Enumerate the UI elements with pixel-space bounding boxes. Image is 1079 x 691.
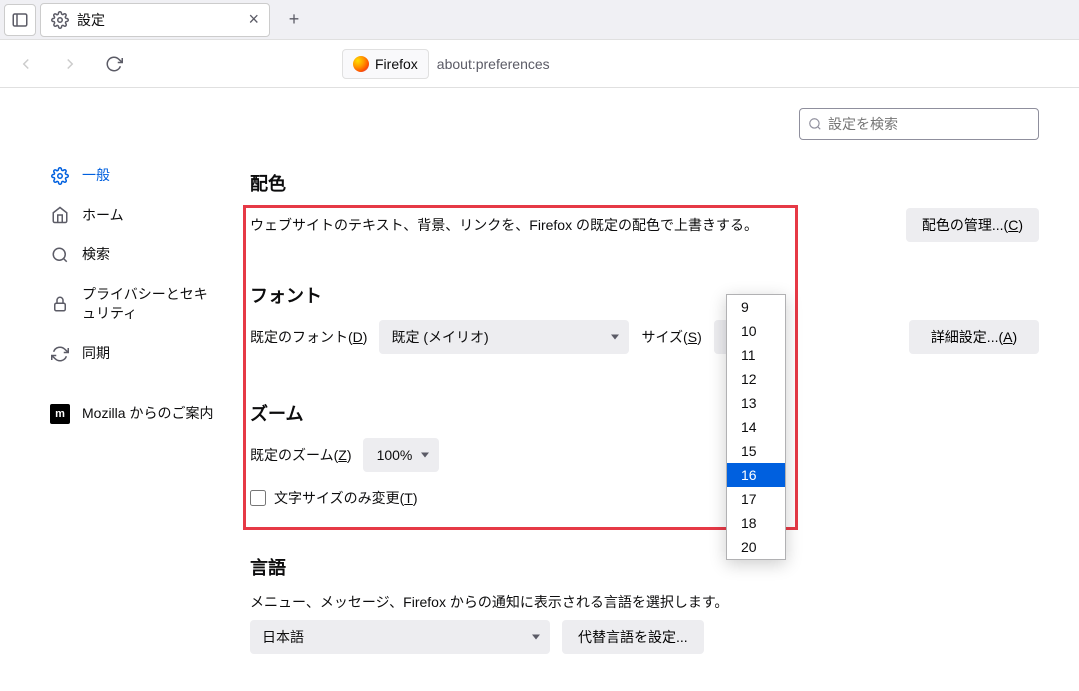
home-icon (50, 206, 70, 224)
font-size-option[interactable]: 9 (727, 295, 785, 319)
sidebar-item-general[interactable]: 一般 (40, 158, 230, 194)
font-size-option[interactable]: 14 (727, 415, 785, 439)
text-zoom-only-label: 文字サイズのみ変更(T) (274, 488, 417, 508)
recent-history-button[interactable] (4, 4, 36, 36)
default-zoom-value: 100% (377, 447, 413, 463)
close-icon[interactable]: × (248, 9, 259, 30)
font-size-option[interactable]: 20 (727, 535, 785, 559)
font-size-option[interactable]: 15 (727, 439, 785, 463)
forward-icon (61, 55, 79, 73)
url-bar[interactable]: Firefox about:preferences (342, 49, 550, 79)
font-size-option[interactable]: 10 (727, 319, 785, 343)
language-select[interactable]: 日本語 (250, 620, 550, 654)
firefox-icon (353, 56, 369, 72)
section-heading-fonts: フォント (250, 282, 1039, 308)
main-panel: 配色 ウェブサイトのテキスト、背景、リンクを、Firefox の既定の配色で上書… (240, 88, 1079, 691)
settings-search[interactable] (799, 108, 1039, 140)
gear-icon (50, 167, 70, 185)
sidebar-item-label: Mozilla からのご案内 (82, 404, 220, 424)
new-tab-button[interactable]: + (280, 6, 308, 34)
sidebar-icon (11, 11, 29, 29)
mozilla-icon: m (50, 404, 70, 424)
section-heading-colors: 配色 (250, 170, 1039, 196)
annotation-highlight (243, 205, 798, 530)
search-input[interactable] (828, 116, 1030, 132)
sidebar-item-mozilla[interactable]: m Mozilla からのご案内 (40, 396, 230, 432)
back-icon (17, 55, 35, 73)
sidebar: 一般 ホーム 検索 プライバシーとセキュリティ 同期 m (0, 88, 240, 691)
tab-title: 設定 (77, 10, 240, 30)
browser-tab[interactable]: 設定 × (40, 3, 270, 37)
alt-language-button[interactable]: 代替言語を設定... (562, 620, 704, 654)
reload-icon (105, 55, 123, 73)
text-zoom-only-checkbox[interactable] (250, 490, 266, 506)
url-text: about:preferences (437, 56, 550, 72)
font-size-option[interactable]: 17 (727, 487, 785, 511)
default-font-value: 既定 (メイリオ) (391, 327, 488, 347)
font-size-label: サイズ(S) (641, 327, 701, 347)
sidebar-item-label: 検索 (82, 245, 220, 265)
default-font-label: 既定のフォント(D) (250, 327, 367, 347)
font-size-option[interactable]: 11 (727, 343, 785, 367)
manage-colors-button[interactable]: 配色の管理...(C) (906, 208, 1039, 242)
sidebar-item-label: 一般 (82, 166, 220, 186)
font-advanced-button[interactable]: 詳細設定...(A) (909, 320, 1039, 354)
gear-icon (51, 11, 69, 29)
default-font-select[interactable]: 既定 (メイリオ) (379, 320, 629, 354)
lock-icon (50, 295, 70, 313)
forward-button[interactable] (54, 48, 86, 80)
section-heading-zoom: ズーム (250, 400, 1039, 426)
sidebar-item-label: ホーム (82, 206, 220, 226)
default-zoom-label: 既定のズーム(Z) (250, 445, 351, 465)
search-icon (50, 246, 70, 264)
toolbar: Firefox about:preferences (0, 40, 1079, 88)
identity-chip[interactable]: Firefox (342, 49, 429, 79)
sidebar-item-search[interactable]: 検索 (40, 237, 230, 273)
font-size-option[interactable]: 12 (727, 367, 785, 391)
font-size-option[interactable]: 16 (727, 463, 785, 487)
section-heading-language: 言語 (250, 554, 1039, 580)
default-zoom-select[interactable]: 100% (363, 438, 439, 472)
font-size-option[interactable]: 13 (727, 391, 785, 415)
tab-strip: 設定 × + (0, 0, 1079, 40)
sidebar-item-privacy[interactable]: プライバシーとセキュリティ (40, 277, 230, 332)
reload-button[interactable] (98, 48, 130, 80)
colors-description: ウェブサイトのテキスト、背景、リンクを、Firefox の既定の配色で上書きする… (250, 215, 894, 235)
language-description: メニュー、メッセージ、Firefox からの通知に表示される言語を選択します。 (250, 592, 1039, 612)
language-value: 日本語 (262, 627, 304, 647)
magnify-icon (808, 117, 822, 131)
sidebar-item-label: 同期 (82, 344, 220, 364)
font-size-dropdown: 910111213141516171820 (726, 294, 786, 560)
sidebar-item-label: プライバシーとセキュリティ (82, 285, 220, 324)
font-size-option[interactable]: 18 (727, 511, 785, 535)
back-button[interactable] (10, 48, 42, 80)
content-area: 一般 ホーム 検索 プライバシーとセキュリティ 同期 m (0, 88, 1079, 691)
sync-icon (50, 345, 70, 363)
brand-label: Firefox (375, 56, 418, 72)
sidebar-item-sync[interactable]: 同期 (40, 336, 230, 372)
sidebar-item-home[interactable]: ホーム (40, 198, 230, 234)
